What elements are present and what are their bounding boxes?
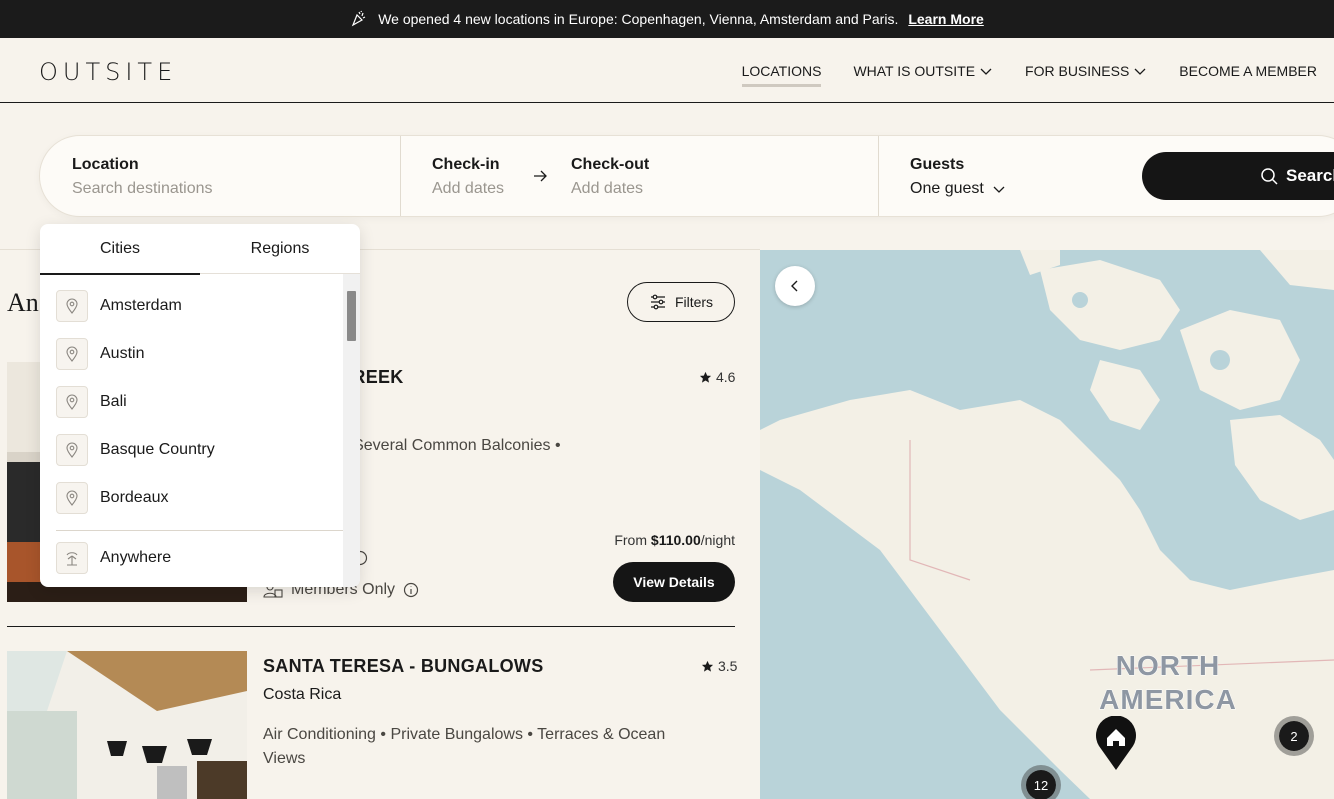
city-option[interactable]: Basque Country [56,434,215,466]
banner-message: We opened 4 new locations in Europe: Cop… [378,11,899,27]
map-pin-icon [56,386,88,418]
map-pin-icon [56,290,88,322]
info-icon[interactable] [403,582,419,598]
city-option[interactable]: Amsterdam [56,290,182,322]
chevron-down-icon [980,68,992,75]
sliders-icon [650,294,665,310]
guests-select[interactable]: One guest [910,180,1006,198]
search-icon [1261,168,1278,185]
search-button-label: Search [1286,166,1334,185]
main-nav: LOCATIONS WHAT IS OUTSITE FOR BUSINESS B… [741,38,1317,103]
map-cluster[interactable]: 2 [1274,716,1314,756]
city-label: Basque Country [100,441,215,458]
city-label: Bali [100,393,127,410]
nav-locations-label: LOCATIONS [741,62,822,79]
listing-features-2: Air Conditioning • Private Bungalows • T… [263,723,713,771]
outsite-logo[interactable]: OUTSITE [39,58,177,86]
rating-value: 3.5 [718,658,738,674]
guests-label: Guests [910,156,965,173]
divider [878,136,879,216]
rating-1: 4.6 [699,369,735,385]
scrollbar-thumb[interactable] [347,291,356,341]
announcement-banner: We opened 4 new locations in Europe: Cop… [0,0,1334,38]
city-label: Austin [100,345,145,362]
palm-tree-icon [56,542,88,574]
price-value: $110.00 [650,532,701,548]
nav-what-is-outsite-label: WHAT IS OUTSITE [853,62,976,79]
nav-for-business-label: FOR BUSINESS [1025,62,1130,79]
arrow-right-icon [534,170,547,182]
divider [56,530,343,531]
price-suffix: /night [700,532,735,548]
nav-for-business[interactable]: FOR BUSINESS [1025,63,1147,79]
nav-locations[interactable]: LOCATIONS [741,62,822,87]
view-details-button[interactable]: View Details [613,562,735,602]
location-label: Location [72,156,139,173]
map-pin-icon [56,338,88,370]
city-label: Amsterdam [100,297,182,314]
divider [400,136,401,216]
map-pin-icon [56,482,88,514]
anywhere-option[interactable]: Anywhere [56,542,171,574]
nav-become-member-label: BECOME A MEMBER [1179,62,1317,79]
divider [7,626,735,627]
listing-title-2[interactable]: SANTA TERESA - BUNGALOWS [263,656,544,677]
filters-button[interactable]: Filters [627,282,735,322]
city-label: Bordeaux [100,489,169,506]
chevron-down-icon [993,186,1005,193]
price-1: From $110.00/night [614,532,735,548]
star-icon [699,371,712,383]
anywhere-label: Anywhere [100,549,172,566]
rating-2: 3.5 [701,658,737,674]
listing-subtitle-2: Costa Rica [263,686,342,703]
tab-regions[interactable]: Regions [200,224,360,274]
filters-label: Filters [674,294,714,310]
city-option[interactable]: Bali [56,386,127,418]
home-map-pin-icon[interactable] [1095,715,1137,770]
rating-value: 4.6 [716,369,736,385]
city-option[interactable]: Austin [56,338,144,370]
checkout-input[interactable]: Add dates [571,180,643,198]
party-popper-icon [350,9,372,30]
location-dropdown: Cities Regions Amsterdam Austin Bali Bas… [40,224,360,587]
search-button[interactable]: Search [1142,152,1334,200]
nav-what-is-outsite[interactable]: WHAT IS OUTSITE [853,63,993,79]
city-option[interactable]: Bordeaux [56,482,169,514]
search-bar: Location Search destinations Check-in Ad… [39,135,1334,217]
location-input[interactable]: Search destinations [72,180,213,198]
site-header: OUTSITE LOCATIONS WHAT IS OUTSITE FOR BU… [0,38,1334,103]
collapse-map-button[interactable] [775,266,815,306]
features-line: Views [263,750,306,767]
map-cluster[interactable]: 12 [1021,765,1061,799]
map-pin-icon [56,434,88,466]
listing-title: An [7,288,39,317]
map[interactable] [760,250,1334,799]
nav-become-member[interactable]: BECOME A MEMBER [1179,63,1317,79]
checkin-label: Check-in [432,156,500,173]
tab-cities[interactable]: Cities [40,224,200,275]
chevron-left-icon [791,280,798,292]
guests-value: One guest [910,180,984,197]
features-line: Air Conditioning • Private Bungalows • T… [263,726,666,743]
star-icon [701,660,714,672]
checkout-label: Check-out [571,156,650,173]
map-region-label: NORTH AMERICA [1099,650,1237,716]
chevron-down-icon [1134,68,1146,75]
dropdown-tabs: Cities Regions [40,224,360,275]
listing-photo[interactable] [7,651,247,799]
checkin-input[interactable]: Add dates [432,180,504,198]
price-prefix: From [614,532,651,548]
learn-more-link[interactable]: Learn More [908,11,983,27]
